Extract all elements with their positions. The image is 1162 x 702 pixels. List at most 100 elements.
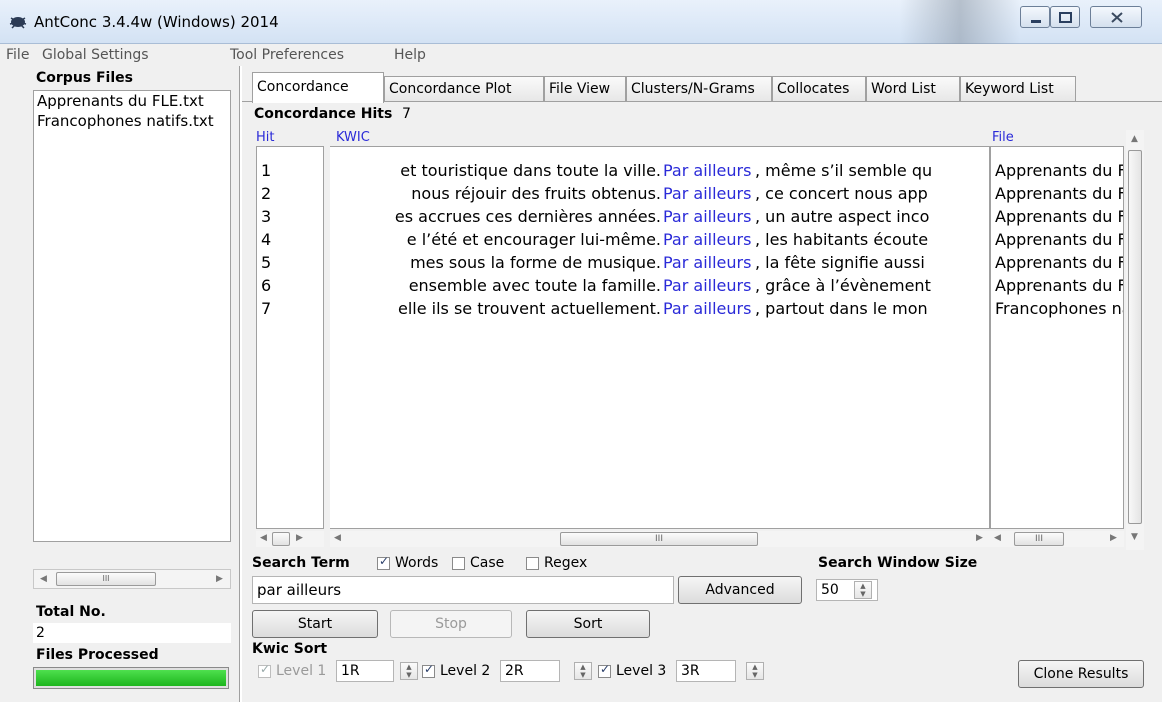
menu-tool-preferences[interactable]: Tool Preferences xyxy=(230,47,344,63)
spinner-arrows-icon[interactable]: ▲ ▼ xyxy=(746,662,764,680)
level3-checkbox[interactable] xyxy=(598,662,611,678)
tab-concordance[interactable]: Concordance xyxy=(252,72,384,103)
file-name-cell[interactable]: Apprenants du FLE.txt xyxy=(995,159,1123,182)
kwic-line[interactable]: es accrues ces dernières années. Par ail… xyxy=(330,205,989,228)
hit-number: 1 xyxy=(261,161,272,180)
kwic-keyword[interactable]: Par ailleurs xyxy=(663,274,751,297)
corpus-file-item[interactable]: Francophones natifs.txt xyxy=(34,111,230,131)
tab-clusters-ngrams[interactable]: Clusters/N-Grams xyxy=(626,76,772,102)
tab-keyword-list[interactable]: Keyword List xyxy=(960,76,1076,102)
scroll-left-icon[interactable]: ◀ xyxy=(260,533,267,543)
hit-column-header[interactable]: Hit xyxy=(256,130,274,145)
words-checkbox[interactable] xyxy=(377,554,390,570)
scroll-right-icon[interactable]: ▶ xyxy=(296,533,303,543)
maximize-button[interactable] xyxy=(1050,6,1080,28)
regex-label: Regex xyxy=(544,555,588,571)
hit-column-scrollbar[interactable]: ◀ ▶ xyxy=(256,531,324,547)
file-name-cell[interactable]: Apprenants du FLE.txt xyxy=(995,182,1123,205)
kwic-right-context: , même s’il semble qu xyxy=(755,161,933,180)
kwic-scroll-thumb[interactable]: III xyxy=(560,532,758,546)
scroll-left-icon[interactable]: ◀ xyxy=(994,533,1001,543)
file-column-scrollbar[interactable]: ◀ III ▶ xyxy=(990,531,1124,547)
case-checkbox[interactable] xyxy=(452,557,465,570)
file-name-cell[interactable]: Apprenants du FLE.txt xyxy=(995,205,1123,228)
hit-number: 4 xyxy=(261,230,272,249)
advanced-button[interactable]: Advanced xyxy=(678,576,802,604)
kwic-line[interactable]: mes sous la forme de musique. Par ailleu… xyxy=(330,251,989,274)
spinner-arrows-icon[interactable]: ▲ ▼ xyxy=(574,662,592,680)
search-term-input[interactable]: par ailleurs xyxy=(252,576,674,604)
file-column-header[interactable]: File xyxy=(992,130,1014,145)
file-name-cell[interactable]: Apprenants du FLE.txt xyxy=(995,251,1123,274)
hit-number: 3 xyxy=(261,207,272,226)
close-icon xyxy=(1111,12,1123,23)
level2-spinner[interactable]: 2R xyxy=(500,660,560,682)
sort-button[interactable]: Sort xyxy=(526,610,650,638)
kwic-left-context: mes sous la forme de musique. xyxy=(410,253,661,272)
level3-spinner[interactable]: 3R xyxy=(676,660,736,682)
kwic-keyword[interactable]: Par ailleurs xyxy=(663,159,751,182)
kwic-line[interactable]: e l’été et encourager lui-même. Par aill… xyxy=(330,228,989,251)
scroll-right-icon[interactable]: ▶ xyxy=(1110,533,1117,543)
kwic-keyword[interactable]: Par ailleurs xyxy=(663,182,751,205)
kwic-keyword[interactable]: Par ailleurs xyxy=(663,251,751,274)
concordance-hits-label: Concordance Hits xyxy=(254,106,393,122)
level1-label: Level 1 xyxy=(276,663,327,679)
scroll-right-icon[interactable]: ▶ xyxy=(976,533,983,543)
kwic-keyword[interactable]: Par ailleurs xyxy=(663,228,751,251)
concordance-panel: Concordance Hits 7 Hit KWIC File 1 2 3 4… xyxy=(242,101,1162,702)
corpus-file-item[interactable]: Apprenants du FLE.txt xyxy=(34,91,230,111)
spinner-arrows-icon[interactable]: ▲ ▼ xyxy=(400,662,418,680)
hit-scroll-thumb[interactable] xyxy=(272,532,290,546)
kwic-line[interactable]: elle ils se trouvent actuellement. Par a… xyxy=(330,297,989,320)
stop-button[interactable]: Stop xyxy=(390,610,512,638)
corpus-file-list[interactable]: Apprenants du FLE.txt Francophones natif… xyxy=(33,90,231,542)
kwic-left-context: nous réjouir des fruits obtenus. xyxy=(411,184,661,203)
scroll-left-icon[interactable]: ◀ xyxy=(334,533,341,543)
results-vertical-scrollbar[interactable]: ▲ ▼ xyxy=(1126,130,1144,550)
file-name-cell[interactable]: Apprenants du FLE.txt xyxy=(995,228,1123,251)
menu-global-settings[interactable]: Global Settings xyxy=(42,47,149,63)
kwic-column-scrollbar[interactable]: ◀ III ▶ xyxy=(330,531,990,547)
scroll-down-icon[interactable]: ▼ xyxy=(1131,532,1138,542)
total-files-value: 2 xyxy=(33,623,231,643)
level2-label: Level 2 xyxy=(440,663,491,679)
kwic-keyword[interactable]: Par ailleurs xyxy=(663,205,751,228)
tab-concordance-plot[interactable]: Concordance Plot xyxy=(384,76,544,102)
scroll-left-icon[interactable]: ◀ xyxy=(40,574,47,584)
files-processed-label: Files Processed xyxy=(36,647,159,663)
hit-number: 5 xyxy=(261,253,272,272)
kwic-line[interactable]: ensemble avec toute la famille. Par aill… xyxy=(330,274,989,297)
kwic-sort-label: Kwic Sort xyxy=(252,641,328,657)
spinner-arrows-icon[interactable]: ▲ ▼ xyxy=(854,581,872,599)
kwic-keyword[interactable]: Par ailleurs xyxy=(663,297,751,320)
menu-help[interactable]: Help xyxy=(394,47,426,63)
scroll-up-icon[interactable]: ▲ xyxy=(1131,134,1138,144)
tab-collocates[interactable]: Collocates xyxy=(772,76,866,102)
file-name-cell[interactable]: Apprenants du FLE.txt xyxy=(995,274,1123,297)
kwic-line[interactable]: nous réjouir des fruits obtenus. Par ail… xyxy=(330,182,989,205)
start-button[interactable]: Start xyxy=(252,610,378,638)
file-scroll-thumb[interactable]: III xyxy=(1014,532,1064,546)
regex-checkbox[interactable] xyxy=(526,557,539,570)
scroll-right-icon[interactable]: ▶ xyxy=(216,574,223,584)
menu-file[interactable]: File xyxy=(6,47,29,63)
tab-file-view[interactable]: File View xyxy=(544,76,626,102)
file-column[interactable]: Apprenants du FLE.txt Apprenants du FLE.… xyxy=(990,146,1124,529)
kwic-column-header[interactable]: KWIC xyxy=(336,130,370,145)
corpus-list-scrollbar[interactable]: ◀ III ▶ xyxy=(33,569,231,589)
vertical-scroll-thumb[interactable] xyxy=(1128,150,1142,524)
level1-checkbox[interactable] xyxy=(258,662,271,678)
hit-number: 6 xyxy=(261,276,272,295)
kwic-line[interactable]: et touristique dans toute la ville. Par … xyxy=(330,159,989,182)
file-name-cell[interactable]: Francophones natifs.txt xyxy=(995,297,1123,320)
tab-word-list[interactable]: Word List xyxy=(866,76,960,102)
close-button[interactable] xyxy=(1090,6,1142,28)
hit-column[interactable]: 1 2 3 4 5 6 7 xyxy=(256,146,324,529)
minimize-button[interactable] xyxy=(1020,6,1050,28)
kwic-column[interactable]: et touristique dans toute la ville. Par … xyxy=(330,146,990,529)
level2-checkbox[interactable] xyxy=(422,662,435,678)
clone-results-button[interactable]: Clone Results xyxy=(1018,660,1144,688)
level1-spinner[interactable]: 1R xyxy=(336,660,394,682)
corpus-list-scroll-thumb[interactable]: III xyxy=(56,572,156,586)
